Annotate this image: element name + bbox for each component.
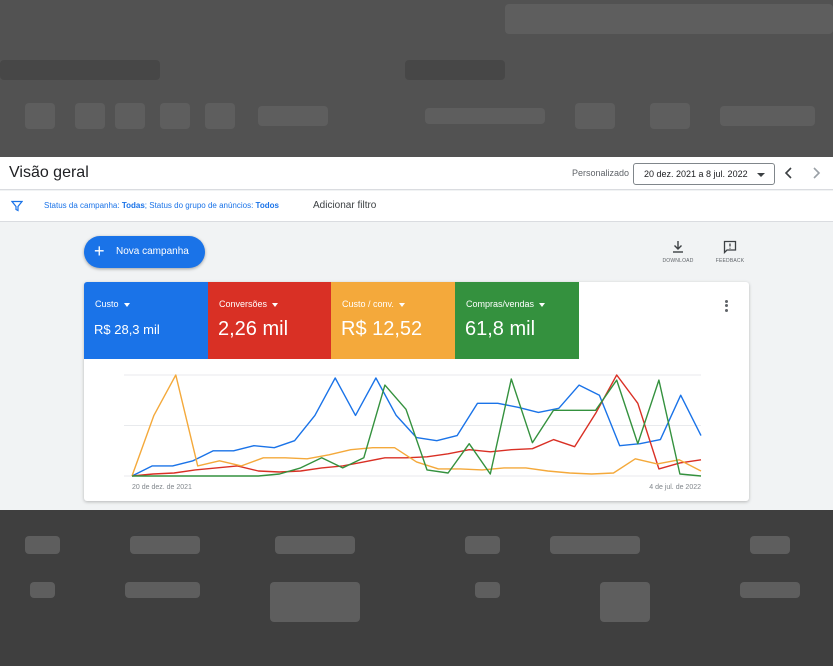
metric-value: 61,8 mil — [465, 318, 536, 340]
filter-bar: Status da campanha: Todas; Status do gru… — [0, 191, 833, 222]
caret-down-icon — [272, 302, 279, 307]
metric-label: Compras/vendas — [466, 299, 535, 309]
background-icon — [575, 103, 615, 129]
filter-value-adgroup-status: Todos — [255, 201, 279, 210]
metric-label: Custo / conv. — [342, 299, 394, 309]
overview-header: Visão geral Personalizado 20 dez. 2021 a… — [0, 157, 833, 190]
date-range-value: 20 dez. 2021 a 8 jul. 2022 — [644, 169, 748, 179]
add-filter-button[interactable]: Adicionar filtro — [313, 200, 376, 211]
new-campaign-label: Nova campanha — [116, 246, 189, 257]
feedback-button[interactable]: FEEDBACK — [710, 240, 750, 270]
background-title-left — [0, 60, 160, 80]
metric-label: Custo — [95, 299, 119, 309]
custom-range-label: Personalizado — [572, 168, 630, 178]
background-label — [720, 106, 815, 126]
page-title: Visão geral — [9, 164, 89, 181]
background-bottom — [0, 510, 833, 666]
background-icon — [75, 103, 105, 129]
background-cell — [750, 536, 790, 554]
overview-panel: Visão geral Personalizado 20 dez. 2021 a… — [0, 157, 833, 510]
background-cell — [270, 582, 360, 622]
background-cell — [25, 536, 60, 554]
filter-label-campaign-status: Status da campanha: — [44, 201, 122, 210]
plus-icon: + — [94, 241, 105, 261]
background-cell — [130, 536, 200, 554]
download-button[interactable]: DOWNLOAD — [658, 240, 698, 270]
metric-name: Custo — [95, 299, 130, 309]
background-search-bar — [505, 4, 833, 34]
background-icon — [205, 103, 235, 129]
background-cell — [475, 582, 500, 598]
feedback-label: FEEDBACK — [715, 258, 745, 264]
background-icon — [25, 103, 55, 129]
metric-tile-conversions[interactable]: Conversões 2,26 mil — [208, 282, 332, 359]
active-filters[interactable]: Status da campanha: Todas; Status do gru… — [44, 201, 279, 210]
background-icon — [160, 103, 190, 129]
metric-value: 2,26 mil — [218, 318, 289, 340]
date-range-select[interactable]: 20 dez. 2021 a 8 jul. 2022 — [633, 163, 775, 185]
chevron-left-icon — [784, 167, 792, 179]
metric-name: Conversões — [219, 299, 279, 309]
metric-name: Compras/vendas — [466, 299, 546, 309]
feedback-icon — [723, 240, 737, 254]
metric-value: R$ 12,52 — [341, 318, 423, 340]
metric-name: Custo / conv. — [342, 299, 405, 309]
next-period-button[interactable] — [808, 165, 824, 181]
performance-card: Custo R$ 28,3 mil Conversões 2,26 mil Cu… — [84, 282, 749, 501]
background-cell — [275, 536, 355, 554]
background-label — [258, 106, 328, 126]
background-cell — [600, 582, 650, 622]
background-label — [425, 108, 545, 124]
metric-tile-purchases[interactable]: Compras/vendas 61,8 mil — [455, 282, 579, 359]
download-label: DOWNLOAD — [662, 258, 694, 264]
background-cell — [550, 536, 640, 554]
dropdown-caret-icon — [757, 173, 765, 177]
caret-down-icon — [123, 302, 130, 307]
chevron-right-icon — [813, 167, 821, 179]
download-icon — [673, 241, 683, 253]
background-title-right — [405, 60, 505, 80]
background-cell — [465, 536, 500, 554]
performance-line-chart: 20 de dez. de 2021 4 de jul. de 2022 — [124, 374, 702, 491]
background-icon — [650, 103, 690, 129]
metric-value: R$ 28,3 mil — [94, 322, 160, 337]
background-cell — [30, 582, 55, 598]
more-options-icon[interactable] — [720, 298, 732, 314]
new-campaign-button[interactable]: + Nova campanha — [84, 236, 205, 268]
caret-down-icon — [398, 302, 405, 307]
background-cell — [125, 582, 200, 598]
caret-down-icon — [539, 302, 546, 307]
x-tick-label-start: 20 de dez. de 2021 — [132, 484, 192, 491]
x-tick-label-end: 4 de jul. de 2022 — [649, 484, 701, 491]
filter-label-adgroup-status: ; Status do grupo de anúncios: — [144, 201, 256, 210]
background-cell — [740, 582, 800, 598]
metric-tile-cost[interactable]: Custo R$ 28,3 mil — [84, 282, 208, 359]
filter-icon[interactable] — [11, 200, 23, 212]
filter-value-campaign-status: Todas — [121, 201, 145, 210]
metric-label: Conversões — [219, 299, 268, 309]
previous-period-button[interactable] — [781, 165, 797, 181]
metric-tile-cost-per-conversion[interactable]: Custo / conv. R$ 12,52 — [331, 282, 455, 359]
background-top — [0, 0, 833, 157]
background-icon — [115, 103, 145, 129]
